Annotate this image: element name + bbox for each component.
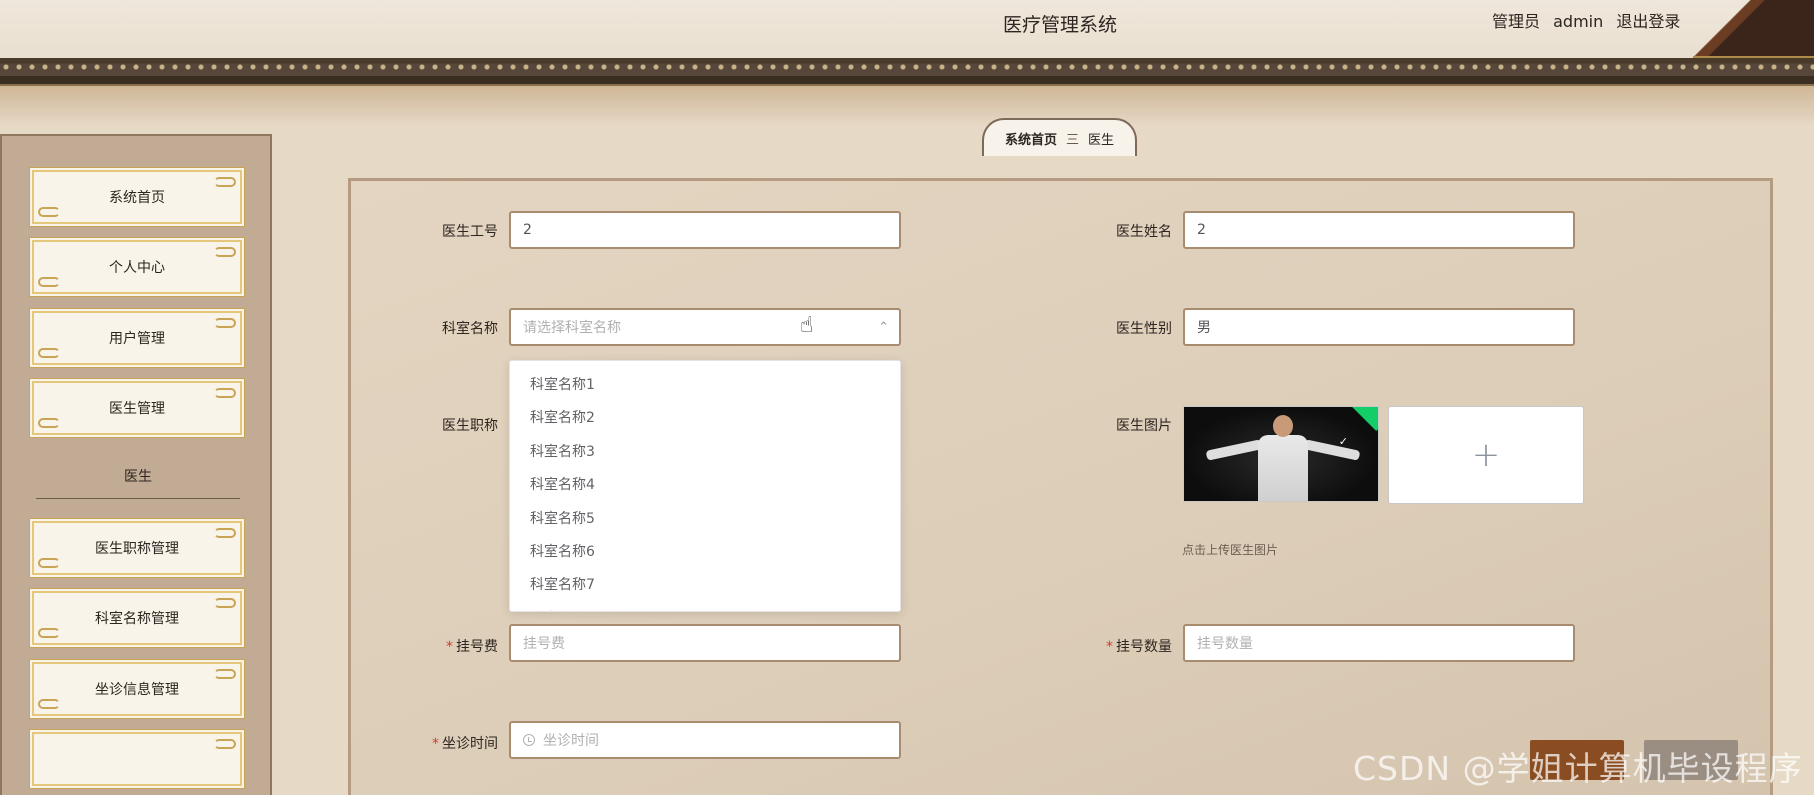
swirl-ornament-icon (38, 277, 60, 287)
photo-figure-arm (1205, 439, 1263, 461)
sidebar-item-label: 系统首页 (109, 190, 165, 206)
sidebar-item-user-management[interactable]: 用户管理 (32, 311, 242, 365)
roof-tile-band (0, 58, 1814, 86)
department-select[interactable]: 请选择科室名称 ⌃ (509, 308, 901, 346)
doctor-photo-thumbnail[interactable]: ✓ (1183, 406, 1379, 502)
swirl-ornament-icon (38, 699, 60, 709)
swirl-ornament-icon (38, 418, 60, 428)
sidebar-item-title-management[interactable]: 医生职称管理 (32, 521, 242, 575)
chevron-up-icon: ⌃ (878, 320, 889, 335)
dropdown-option[interactable]: 科室名称6 (510, 536, 900, 569)
swirl-ornament-icon (38, 558, 60, 568)
fee-input[interactable]: 挂号费 (509, 624, 901, 662)
swirl-ornament-icon (214, 247, 236, 257)
photo-figure-arm (1303, 439, 1361, 461)
upload-success-badge (1347, 407, 1378, 432)
upload-hint: 点击上传医生图片 (1182, 543, 1279, 557)
sidebar-item-label: 医生职称管理 (95, 541, 179, 557)
fee-label-text: 挂号费 (456, 639, 498, 655)
roof-decoration (1693, 0, 1814, 60)
sidebar: 系统首页 个人中心 用户管理 医生管理 医生 医生职称管理 科室名称管理 坐诊信… (0, 134, 272, 795)
doctor-id-input[interactable]: 2 (509, 211, 901, 249)
swirl-ornament-icon (214, 388, 236, 398)
sidebar-item-home[interactable]: 系统首页 (32, 170, 242, 224)
sidebar-item-label: 坐诊信息管理 (95, 682, 179, 698)
breadcrumb-home[interactable]: 系统首页 (1005, 129, 1057, 148)
photo-label: 医生图片 (1116, 418, 1172, 434)
dropdown-option[interactable]: 科室名称7 (510, 569, 900, 602)
doctor-name-label: 医生姓名 (1116, 224, 1172, 240)
dropdown-option[interactable]: 科室名称3 (510, 436, 900, 469)
clock-icon (523, 734, 535, 746)
hand-pointer-icon: ☝ (800, 313, 814, 338)
swirl-ornament-icon (214, 669, 236, 679)
department-placeholder: 请选择科室名称 (523, 320, 621, 336)
username: admin (1553, 12, 1604, 31)
doctor-name-input[interactable]: 2 (1183, 211, 1575, 249)
quota-label-text: 挂号数量 (1116, 639, 1172, 655)
sidebar-item-label: 用户管理 (109, 331, 165, 347)
required-mark: * (432, 736, 439, 752)
gender-input[interactable]: 男 (1183, 308, 1575, 346)
dropdown-option[interactable]: 科室名称1 (510, 369, 900, 402)
ink-wash-band (0, 86, 1814, 126)
quota-label: * 挂号数量 (1082, 636, 1172, 656)
sidebar-item-department-management[interactable]: 科室名称管理 (32, 591, 242, 645)
breadcrumb-separator: 三 (1065, 132, 1079, 148)
sidebar-item-doctor-management[interactable]: 医生管理 (32, 381, 242, 435)
sidebar-item-personal-center[interactable]: 个人中心 (32, 240, 242, 294)
watermark: CSDN @学姐计算机毕设程序 (1353, 749, 1803, 788)
dropdown-option[interactable]: 科室名称5 (510, 503, 900, 536)
swirl-ornament-icon (214, 177, 236, 187)
swirl-ornament-icon (38, 207, 60, 217)
dropdown-option[interactable]: 科室名称8 (510, 603, 900, 612)
swirl-ornament-icon (38, 628, 60, 638)
sidebar-item-partial[interactable] (32, 732, 242, 786)
time-label: * 坐诊时间 (408, 733, 498, 753)
photo-figure-head (1273, 415, 1293, 437)
swirl-ornament-icon (38, 348, 60, 358)
user-area: 管理员 admin 退出登录 (1492, 8, 1688, 32)
photo-figure-body (1258, 435, 1308, 501)
dropdown-option[interactable]: 科室名称2 (510, 402, 900, 435)
doctor-id-label: 医生工号 (442, 224, 498, 240)
time-picker-input[interactable]: 坐诊时间 (509, 721, 901, 759)
swirl-ornament-icon (214, 528, 236, 538)
sidebar-item-label: 科室名称管理 (95, 611, 179, 627)
upload-add-button[interactable]: + (1388, 406, 1584, 504)
breadcrumb: 系统首页 三 医生 (982, 118, 1137, 156)
department-label: 科室名称 (442, 321, 498, 337)
swirl-ornament-icon (214, 739, 236, 749)
swirl-ornament-icon (214, 318, 236, 328)
gender-label: 医生性别 (1116, 321, 1172, 337)
time-label-text: 坐诊时间 (442, 736, 498, 752)
user-role: 管理员 (1492, 12, 1541, 31)
sidebar-item-label: 医生管理 (109, 401, 165, 417)
department-dropdown: 科室名称1 科室名称2 科室名称3 科室名称4 科室名称5 科室名称6 科室名称… (509, 360, 901, 612)
title-label: 医生职称 (442, 418, 498, 434)
fee-label: * 挂号费 (408, 636, 498, 656)
swirl-ornament-icon (214, 598, 236, 608)
logout-link[interactable]: 退出登录 (1616, 12, 1680, 31)
quota-input[interactable]: 挂号数量 (1183, 624, 1575, 662)
dropdown-option[interactable]: 科室名称4 (510, 469, 900, 502)
breadcrumb-current: 医生 (1088, 132, 1115, 148)
sidebar-submenu-doctor[interactable]: 医生 (36, 466, 240, 499)
check-icon: ✓ (1338, 435, 1348, 448)
top-header: 医疗管理系统 管理员 admin 退出登录 (0, 0, 1814, 62)
time-placeholder: 坐诊时间 (543, 733, 599, 749)
required-mark: * (1106, 639, 1113, 655)
required-mark: * (446, 639, 453, 655)
sidebar-item-label: 个人中心 (109, 260, 165, 276)
sidebar-item-schedule-management[interactable]: 坐诊信息管理 (32, 662, 242, 716)
